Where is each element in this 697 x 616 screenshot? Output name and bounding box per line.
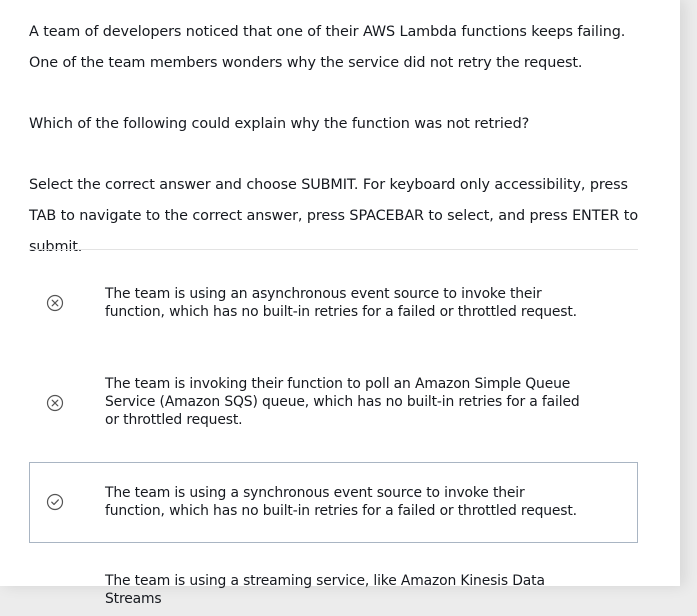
divider (29, 249, 638, 250)
answer-option-text: The team is invoking their function to p… (105, 376, 580, 428)
x-circle-icon (46, 294, 64, 312)
answer-option-4[interactable]: The team is using a streaming service, l… (29, 556, 638, 616)
answer-option-3[interactable]: The team is using a synchronous event so… (29, 462, 638, 543)
question-intro: A team of developers noticed that one of… (29, 24, 626, 71)
answer-option-text: The team is using a streaming service, l… (105, 573, 545, 607)
x-circle-icon (46, 394, 64, 412)
check-circle-icon (46, 493, 64, 511)
answer-option-text: The team is using an asynchronous event … (105, 286, 577, 320)
answer-option-1[interactable]: The team is using an asynchronous event … (29, 268, 638, 338)
answer-option-2[interactable]: The team is invoking their function to p… (29, 358, 638, 446)
answer-option-text: The team is using a synchronous event so… (105, 485, 577, 519)
question-card: A team of developers noticed that one of… (0, 0, 680, 607)
question-prompt: Which of the following could explain why… (29, 116, 530, 132)
